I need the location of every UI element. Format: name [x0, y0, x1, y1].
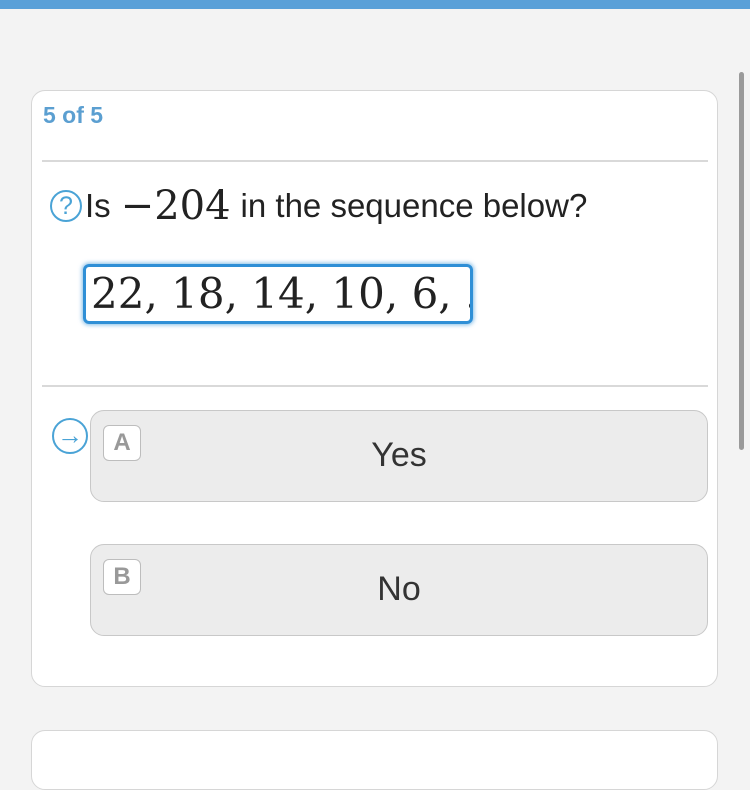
scrollbar[interactable]	[739, 72, 744, 450]
question-card: 5 of 5 ? Is −204 in the sequence below? …	[31, 90, 718, 687]
question-number: −204	[120, 183, 231, 229]
help-icon[interactable]: ?	[50, 190, 82, 222]
option-b-button[interactable]: B No	[90, 544, 708, 636]
option-b-text: No	[377, 570, 421, 608]
header-divider	[42, 160, 708, 162]
sequence-highlight: 22, 18, 14, 10, 6, . . .	[83, 264, 473, 324]
question-prefix: Is	[85, 187, 111, 224]
option-a-text: Yes	[371, 436, 427, 474]
question-text: ? Is −204 in the sequence below?	[50, 183, 587, 229]
arrow-right-icon: →	[52, 418, 88, 454]
top-accent-bar	[0, 0, 750, 9]
question-suffix: in the sequence below?	[240, 187, 588, 224]
question-counter: 5 of 5	[43, 102, 104, 128]
option-a-button[interactable]: A Yes	[90, 410, 708, 502]
sequence-text: 22, 18, 14, 10, 6, . . .	[91, 269, 470, 318]
next-card	[31, 730, 718, 790]
options-divider	[42, 385, 708, 387]
